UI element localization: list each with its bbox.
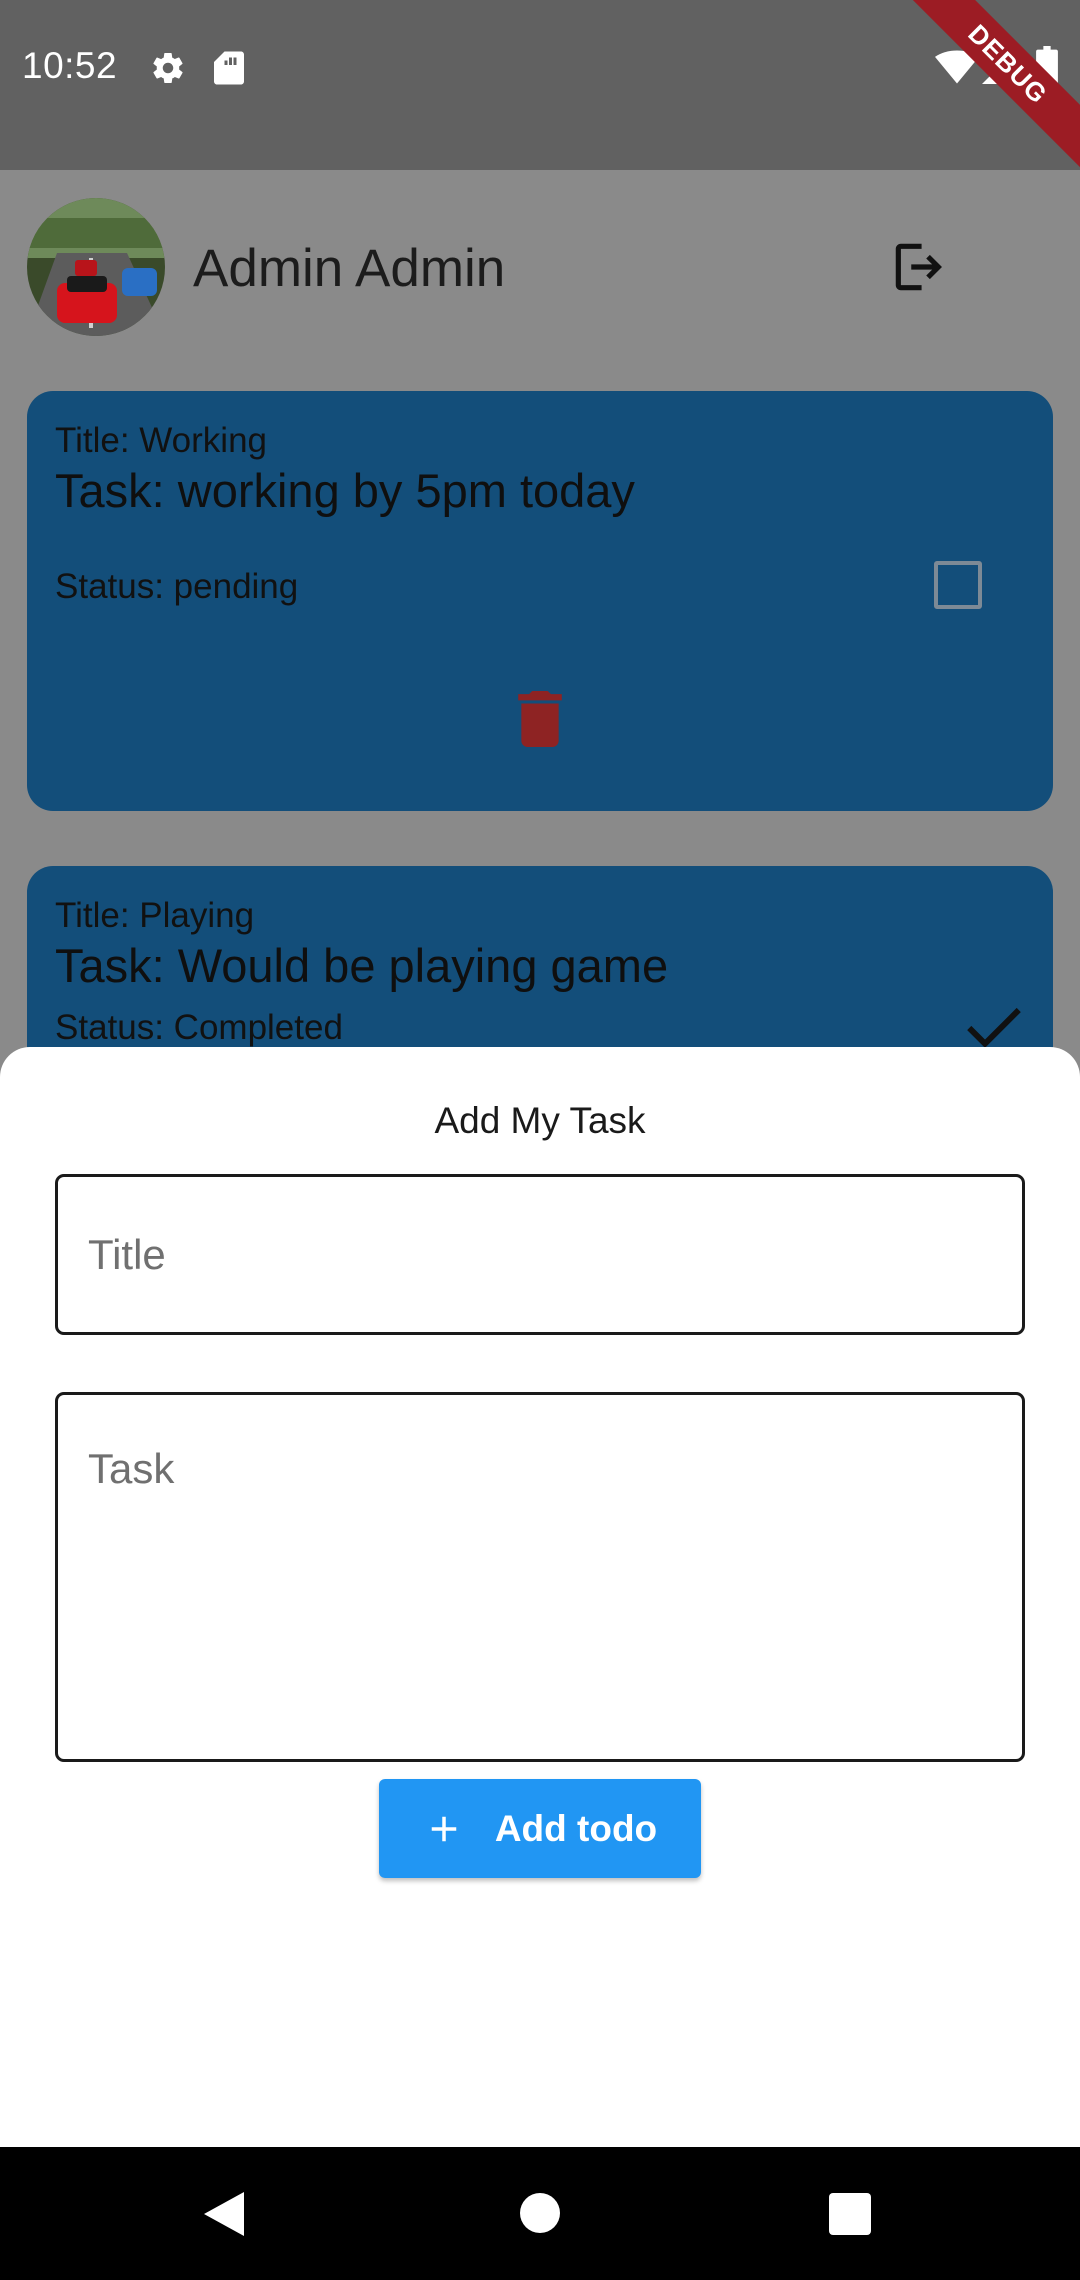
user-name: Admin Admin — [193, 239, 506, 298]
task-status: Status: Completed — [55, 1008, 343, 1047]
task-title: Title: Working — [55, 421, 267, 460]
title-input[interactable] — [55, 1174, 1025, 1335]
gear-icon — [153, 53, 183, 84]
add-todo-button[interactable]: Add todo — [379, 1779, 701, 1878]
task-title: Title: Playing — [55, 896, 255, 935]
task-input[interactable] — [55, 1392, 1025, 1762]
task-description: Task: Would be playing game — [55, 939, 669, 992]
plus-icon — [431, 1816, 457, 1841]
back-icon[interactable] — [204, 2192, 244, 2236]
screen: 10:52 DEBUG Admin Admin Title: Working T… — [0, 0, 1080, 2280]
task-card: Title: Working Task: working by 5pm toda… — [27, 391, 1053, 811]
task-checkbox[interactable] — [934, 561, 982, 609]
add-todo-label: Add todo — [494, 1807, 658, 1849]
logout-icon[interactable] — [888, 236, 950, 298]
avatar[interactable] — [27, 198, 165, 336]
sheet-title: Add My Task — [434, 1100, 646, 1141]
status-time: 10:52 — [22, 45, 118, 86]
status-bar: 10:52 DEBUG — [0, 0, 1080, 172]
car-race-avatar — [27, 198, 165, 336]
check-icon[interactable] — [967, 1006, 1021, 1050]
sd-card-icon — [214, 51, 244, 85]
recents-icon[interactable] — [829, 2193, 871, 2235]
task-description: Task: working by 5pm today — [55, 464, 635, 517]
navigation-bar — [0, 2147, 1080, 2280]
task-status: Status: pending — [55, 567, 299, 606]
debug-label: DEBUG — [900, 0, 1080, 172]
delete-icon[interactable] — [518, 691, 562, 747]
home-icon[interactable] — [519, 2192, 561, 2234]
